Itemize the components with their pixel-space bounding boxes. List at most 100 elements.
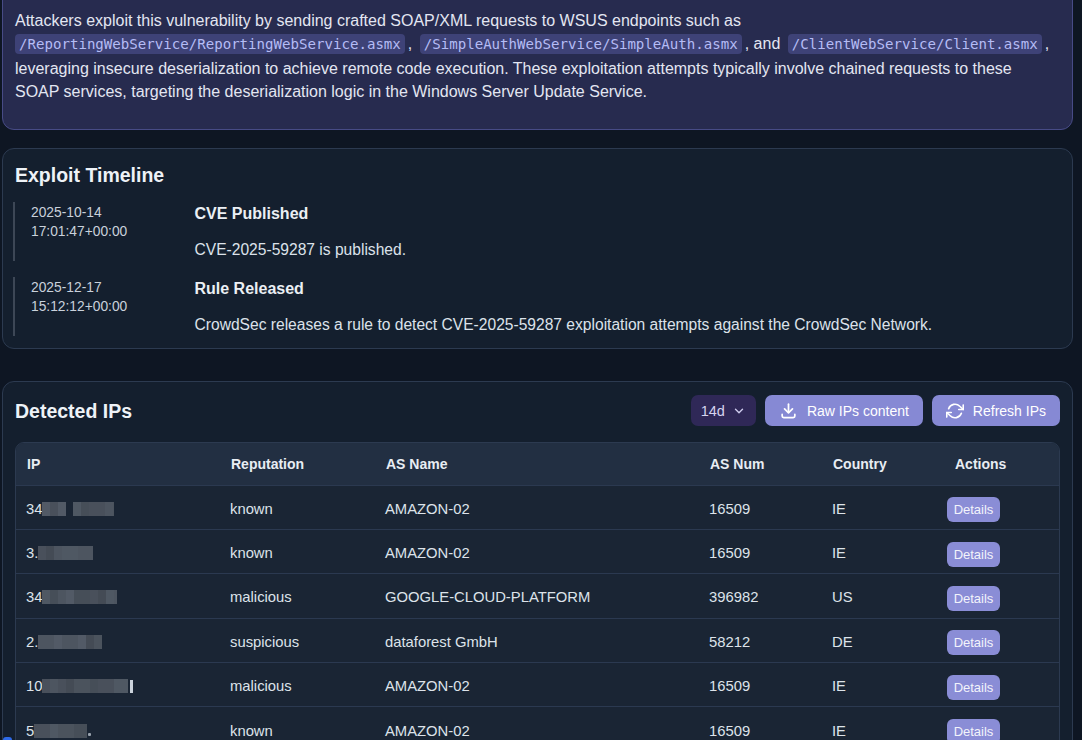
description-line: Attackers exploit this vulnerability by …	[15, 9, 1048, 32]
ip-redacted	[34, 724, 87, 738]
details-button[interactable]: Details	[947, 542, 1000, 567]
timeline-title: Exploit Timeline	[15, 162, 1060, 188]
refresh-ips-button[interactable]: Refresh IPs	[932, 395, 1060, 426]
timeline-event-time: 17:01:47+00:00	[31, 222, 195, 241]
column-header-as-name: AS Name	[375, 443, 699, 485]
cell-as-num: 16509	[699, 663, 822, 707]
endpoint-code: /ReportingWebService/ReportingWebService…	[15, 34, 405, 54]
cell-country: IE	[822, 707, 944, 740]
details-button[interactable]: Details	[947, 497, 1000, 522]
period-select[interactable]: 14d	[691, 395, 756, 426]
description-line: SOAP services, targeting the deserializa…	[15, 80, 1048, 103]
cell-reputation: known	[220, 707, 375, 740]
cell-as-num: 396982	[699, 574, 822, 618]
ip-redacted	[42, 502, 114, 516]
timeline-event: 2025-10-1417:01:47+00:00CVE Published CVE…	[13, 202, 1061, 261]
table-row: 2. suspiciousdataforest GmbH58212DEDetail…	[16, 618, 1060, 662]
description-line: leveraging insecure deserialization to a…	[15, 57, 1048, 80]
cell-as-name: AMAZON-02	[375, 485, 699, 529]
cell-ip: 5	[16, 707, 220, 740]
details-button[interactable]: Details	[947, 675, 1000, 700]
cell-ip: 10	[16, 663, 220, 707]
description-text: ,	[1045, 35, 1049, 52]
detected-ips-title: Detected IPs	[15, 398, 132, 424]
detected-ips-card: Detected IPs 14d Raw IPs content Refresh…	[2, 381, 1073, 740]
timeline-event-datetime: 2025-12-1715:12:12+00:00	[13, 277, 195, 336]
table-row: 34 knownAMAZON-0216509IEDetails	[16, 485, 1060, 529]
endpoint-code: /SimpleAuthWebService/SimpleAuth.asmx	[420, 34, 742, 54]
timeline-event: 2025-12-1715:12:12+00:00Rule ReleasedCro…	[13, 277, 1061, 336]
exploit-timeline-card: Exploit Timeline 2025-10-1417:01:47+00:0…	[2, 148, 1073, 349]
cell-as-name: AMAZON-02	[375, 663, 699, 707]
table-row: 34 maliciousGOOGLE-CLOUD-PLATFORM396982US…	[16, 574, 1060, 618]
description-text: SOAP services, targeting the deserializa…	[15, 83, 647, 100]
column-header-ip: IP	[16, 443, 220, 485]
cell-as-name: GOOGLE-CLOUD-PLATFORM	[375, 574, 699, 618]
timeline-event-time: 15:12:12+00:00	[31, 297, 195, 316]
table-row: 5 knownAMAZON-0216509IEDetails	[16, 707, 1060, 740]
details-button[interactable]: Details	[947, 586, 1000, 611]
vulnerability-description: Attackers exploit this vulnerability by …	[15, 9, 1048, 104]
cell-reputation: suspicious	[220, 618, 375, 662]
cell-as-num: 16509	[699, 485, 822, 529]
cell-as-num: 16509	[699, 707, 822, 740]
cell-reputation: known	[220, 529, 375, 573]
chevron-down-icon	[732, 404, 746, 418]
cell-as-name: AMAZON-02	[375, 529, 699, 573]
cell-actions: Details	[944, 663, 1060, 707]
ip-prefix: 34	[26, 589, 42, 605]
ip-redacted	[38, 635, 102, 649]
timeline-event-date: 2025-12-17	[31, 278, 195, 297]
cell-country: DE	[822, 618, 944, 662]
ip-prefix: 5	[26, 723, 34, 739]
ip-redacted	[42, 590, 117, 604]
table-row: 10 maliciousAMAZON-0216509IEDetails	[16, 663, 1060, 707]
cell-ip: 2.	[16, 618, 220, 662]
download-icon	[779, 401, 798, 420]
description-card: Attackers exploit this vulnerability by …	[2, 0, 1073, 130]
cell-country: US	[822, 574, 944, 618]
ip-prefix: 10	[26, 678, 42, 694]
cell-ip: 34	[16, 574, 220, 618]
raw-ips-content-button[interactable]: Raw IPs content	[765, 395, 923, 426]
ip-prefix: 2.	[26, 634, 38, 650]
description-text: Attackers exploit this vulnerability by …	[15, 12, 741, 29]
cell-reputation: malicious	[220, 663, 375, 707]
timeline-event-datetime: 2025-10-1417:01:47+00:00	[13, 202, 195, 261]
column-header-reputation: Reputation	[220, 443, 375, 485]
cell-as-num: 16509	[699, 529, 822, 573]
ip-redacted	[38, 546, 93, 560]
cell-reputation: known	[220, 485, 375, 529]
cell-actions: Details	[944, 529, 1060, 573]
cell-as-num: 58212	[699, 618, 822, 662]
timeline-event-title: CVE Published	[195, 202, 1061, 225]
cell-actions: Details	[944, 574, 1060, 618]
details-button[interactable]: Details	[947, 630, 1000, 655]
refresh-icon	[946, 402, 964, 420]
ip-suffix	[130, 680, 133, 693]
cell-country: IE	[822, 663, 944, 707]
raw-ips-content-label: Raw IPs content	[807, 403, 909, 419]
cell-reputation: malicious	[220, 574, 375, 618]
ip-prefix: 34	[26, 501, 42, 517]
cell-country: IE	[822, 485, 944, 529]
cell-actions: Details	[944, 485, 1060, 529]
table-header-row: IPReputationAS NameAS NumCountryActions	[16, 443, 1060, 485]
column-header-actions: Actions	[944, 443, 1060, 485]
ip-suffix	[88, 733, 91, 736]
cell-as-name: AMAZON-02	[375, 707, 699, 740]
cell-actions: Details	[944, 618, 1060, 662]
ip-prefix: 3.	[26, 545, 38, 561]
detected-ips-table: IPReputationAS NameAS NumCountryActions …	[15, 442, 1060, 740]
details-button[interactable]: Details	[947, 719, 1000, 740]
cell-country: IE	[822, 529, 944, 573]
timeline-events: 2025-10-1417:01:47+00:00CVE Published CVE…	[13, 202, 1061, 336]
description-text: ,	[408, 35, 417, 52]
timeline-event-description: CVE-2025-59287 is published.	[195, 239, 1061, 261]
period-select-value: 14d	[701, 403, 725, 419]
refresh-ips-label: Refresh IPs	[973, 403, 1046, 419]
table-row: 3. knownAMAZON-0216509IEDetails	[16, 529, 1060, 573]
column-header-as-num: AS Num	[699, 443, 822, 485]
cell-as-name: dataforest GmbH	[375, 618, 699, 662]
timeline-event-title: Rule Released	[195, 277, 1061, 300]
